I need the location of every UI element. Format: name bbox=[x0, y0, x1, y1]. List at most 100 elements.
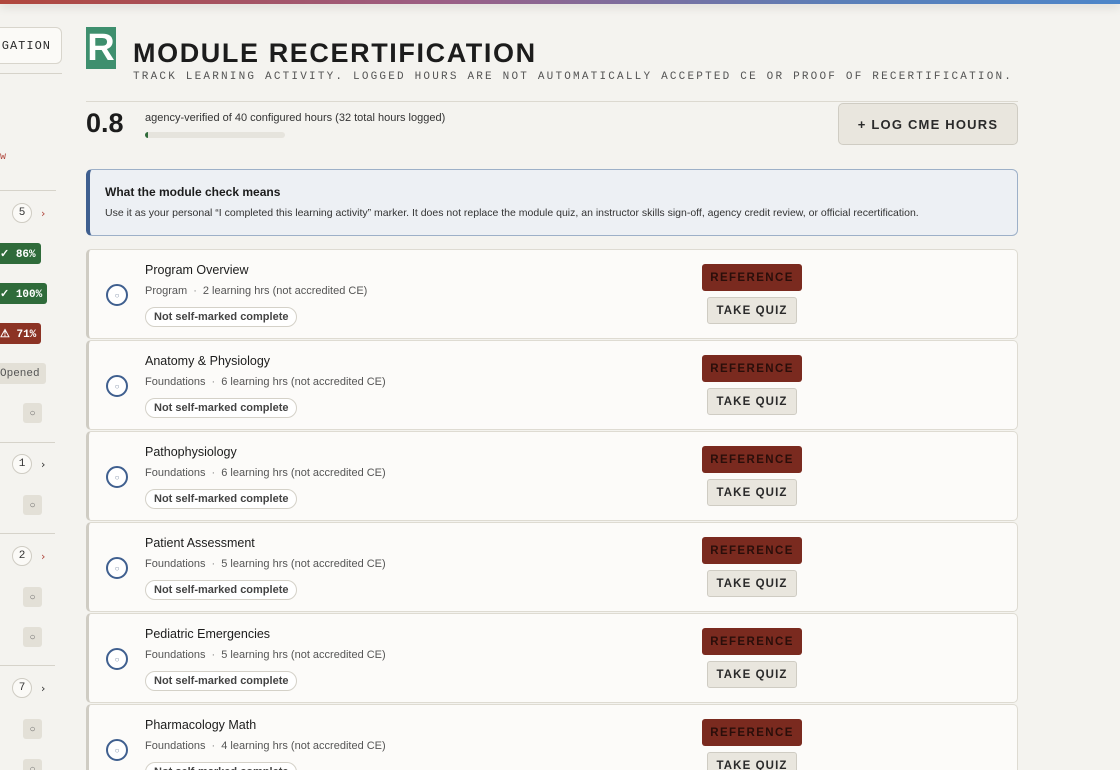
module-meta: Foundations · 5 learning hrs (not accredit… bbox=[145, 649, 386, 661]
module-category: Program bbox=[145, 285, 188, 297]
page-subtitle: TRACK LEARNING ACTIVITY. LOGGED HOURS AR… bbox=[133, 71, 1014, 83]
take-quiz-button[interactable]: TAKE QUIZ bbox=[707, 479, 797, 506]
module-name: Pharmacology Math bbox=[145, 718, 257, 732]
app-logo: R bbox=[86, 27, 116, 69]
module-category: Foundations bbox=[145, 740, 206, 752]
module-complete-checkbox[interactable]: ○ bbox=[106, 375, 128, 397]
module-complete-checkbox[interactable]: ○ bbox=[106, 284, 128, 306]
module-complete-checkbox[interactable]: ○ bbox=[106, 648, 128, 670]
circle-icon: ○ bbox=[114, 563, 120, 573]
reference-button[interactable]: REFERENCE bbox=[702, 446, 802, 473]
module-card: ○ Program Overview Program · 2 learning hr… bbox=[86, 249, 1018, 339]
module-card: ○ Pathophysiology Foundations · 6 learning… bbox=[86, 431, 1018, 521]
reference-button[interactable]: REFERENCE bbox=[702, 628, 802, 655]
reference-button[interactable]: REFERENCE bbox=[702, 537, 802, 564]
module-meta: Foundations · 6 learning hrs (not accredit… bbox=[145, 467, 386, 479]
page-title: MODULE RECERTIFICATION bbox=[133, 38, 537, 68]
chevron-right-icon[interactable]: › bbox=[41, 207, 45, 220]
status-chip: ○ bbox=[23, 495, 42, 515]
header-divider bbox=[86, 101, 1018, 102]
take-quiz-button[interactable]: TAKE QUIZ bbox=[707, 661, 797, 688]
sidebar-divider bbox=[0, 533, 55, 534]
module-name: Pathophysiology bbox=[145, 445, 237, 459]
opened-badge: Opened bbox=[0, 363, 46, 384]
sidebar-divider bbox=[0, 442, 55, 443]
module-complete-checkbox[interactable]: ○ bbox=[106, 466, 128, 488]
module-check-info: What the module check means Use it as yo… bbox=[86, 169, 1018, 236]
module-category: Foundations bbox=[145, 467, 206, 479]
take-quiz-button[interactable]: TAKE QUIZ bbox=[707, 570, 797, 597]
verified-hours-description: agency-verified of 40 configured hours (… bbox=[145, 112, 446, 124]
hours-progress-fill bbox=[145, 132, 148, 138]
module-hours: 2 learning hrs (not accredited CE) bbox=[202, 285, 368, 297]
module-hours: 4 learning hrs (not accredited CE) bbox=[221, 740, 386, 752]
score-badge: ⚠ 71% bbox=[0, 323, 42, 344]
module-hours: 6 learning hrs (not accredited CE) bbox=[221, 467, 386, 479]
module-name: Patient Assessment bbox=[145, 536, 255, 550]
hours-progress-bar bbox=[145, 132, 285, 138]
chevron-right-icon[interactable]: › bbox=[41, 682, 45, 695]
module-meta: Foundations · 6 learning hrs (not accredit… bbox=[145, 376, 386, 388]
meta-separator: · bbox=[211, 467, 216, 479]
module-hours: 5 learning hrs (not accredited CE) bbox=[221, 649, 386, 661]
meta-separator: · bbox=[211, 376, 216, 388]
info-title: What the module check means bbox=[105, 185, 281, 199]
section-count-badge: 7 bbox=[12, 678, 32, 698]
module-category: Foundations bbox=[145, 649, 206, 661]
verified-hours-value: 0.8 bbox=[86, 108, 124, 138]
meta-separator: · bbox=[193, 285, 197, 297]
top-accent-bar bbox=[0, 0, 1120, 4]
module-name: Anatomy & Physiology bbox=[145, 354, 271, 368]
sidebar-divider bbox=[0, 73, 62, 74]
module-hours: 6 learning hrs (not accredited CE) bbox=[221, 376, 386, 388]
meta-separator: · bbox=[211, 558, 216, 570]
sidebar-divider bbox=[0, 665, 55, 666]
module-status-badge: Not self-marked complete bbox=[145, 489, 298, 509]
sidebar: IGATION w 5 › ✓ 86% ✓ 100% ⚠ 71% Opened … bbox=[0, 0, 70, 770]
section-count-badge: 2 bbox=[12, 546, 32, 566]
module-card: ○ Pediatric Emergencies Foundations · 5 le… bbox=[86, 613, 1018, 703]
module-complete-checkbox[interactable]: ○ bbox=[106, 739, 128, 761]
chevron-right-icon[interactable]: › bbox=[41, 550, 45, 563]
status-chip: ○ bbox=[23, 719, 42, 739]
module-status-badge: Not self-marked complete bbox=[145, 671, 298, 691]
log-cme-hours-button[interactable]: + LOG CME HOURS bbox=[838, 103, 1018, 145]
take-quiz-button[interactable]: TAKE QUIZ bbox=[707, 297, 797, 324]
module-meta: Program · 2 learning hrs (not accredited C… bbox=[145, 285, 367, 297]
sidebar-divider bbox=[0, 190, 56, 191]
module-status-badge: Not self-marked complete bbox=[145, 307, 298, 327]
circle-icon: ○ bbox=[114, 290, 120, 300]
module-complete-checkbox[interactable]: ○ bbox=[106, 557, 128, 579]
score-badge: ✓ 100% bbox=[0, 283, 48, 304]
chevron-right-icon[interactable]: › bbox=[41, 458, 45, 471]
status-chip: ○ bbox=[23, 587, 42, 607]
module-meta: Foundations · 5 learning hrs (not accredit… bbox=[145, 558, 386, 570]
module-category: Foundations bbox=[145, 376, 206, 388]
sidebar-note: w bbox=[0, 152, 7, 163]
take-quiz-button[interactable]: TAKE QUIZ bbox=[707, 388, 797, 415]
module-name: Program Overview bbox=[145, 263, 249, 277]
circle-icon: ○ bbox=[114, 654, 120, 664]
module-meta: Foundations · 4 learning hrs (not accredit… bbox=[145, 740, 386, 752]
reference-button[interactable]: REFERENCE bbox=[702, 355, 802, 382]
module-card: ○ Pharmacology Math Foundations · 4 learni… bbox=[86, 704, 1018, 770]
status-chip: ○ bbox=[23, 759, 42, 770]
take-quiz-button[interactable]: TAKE QUIZ bbox=[707, 752, 797, 770]
module-status-badge: Not self-marked complete bbox=[145, 398, 298, 418]
module-hours: 5 learning hrs (not accredited CE) bbox=[221, 558, 386, 570]
circle-icon: ○ bbox=[114, 381, 120, 391]
meta-separator: · bbox=[211, 740, 216, 752]
meta-separator: · bbox=[211, 649, 216, 661]
reference-button[interactable]: REFERENCE bbox=[702, 719, 802, 746]
module-status-badge: Not self-marked complete bbox=[145, 762, 298, 770]
status-chip: ○ bbox=[23, 627, 42, 647]
circle-icon: ○ bbox=[114, 472, 120, 482]
reference-button[interactable]: REFERENCE bbox=[702, 264, 802, 291]
circle-icon: ○ bbox=[114, 745, 120, 755]
module-card: ○ Patient Assessment Foundations · 5 learn… bbox=[86, 522, 1018, 612]
status-chip: ○ bbox=[23, 403, 42, 423]
section-count-badge: 1 bbox=[12, 454, 32, 474]
section-count-badge: 5 bbox=[12, 203, 32, 223]
navigation-button[interactable]: IGATION bbox=[0, 27, 62, 64]
score-badge: ✓ 86% bbox=[0, 243, 41, 264]
